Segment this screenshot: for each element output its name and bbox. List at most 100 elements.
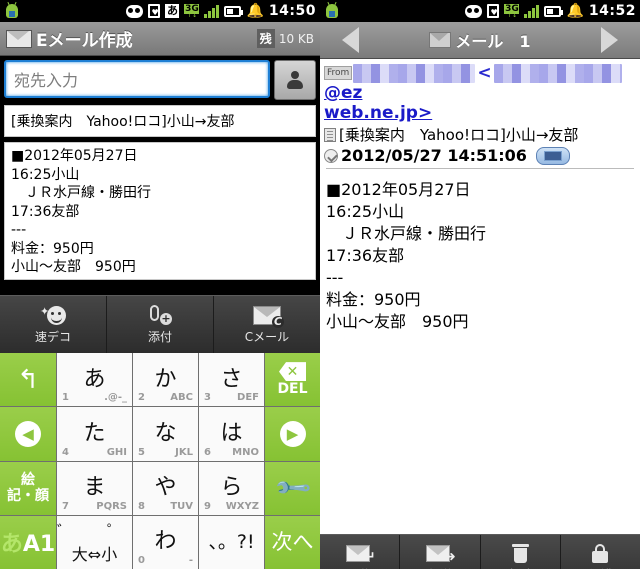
mail-envelope-icon bbox=[429, 32, 452, 48]
remaining-size: 残 10 KB bbox=[256, 29, 314, 48]
delete-x-icon: ✕ bbox=[279, 362, 306, 382]
alarm-icon bbox=[126, 4, 144, 18]
prev-mail-button[interactable] bbox=[342, 27, 359, 53]
input-mode-key[interactable]: あA1 bbox=[0, 515, 56, 569]
key-ma[interactable]: ま 7 PQRS bbox=[57, 461, 133, 515]
reply-icon: ↵ bbox=[345, 544, 376, 565]
sd-card-icon: ♥ bbox=[487, 4, 500, 18]
quick-deco-button[interactable]: ✦ 速デコ bbox=[0, 296, 107, 354]
body-line: --- bbox=[11, 222, 27, 238]
date-line: 2012/05/27 14:51:06 bbox=[324, 146, 636, 165]
from-domain-wrap-line: web.ne.jp> bbox=[324, 103, 636, 123]
from-domain[interactable]: @ez bbox=[324, 83, 362, 103]
subject-text: [乗換案内 Yahoo!ロコ]小山→友部 bbox=[11, 114, 235, 130]
body-line: 小山〜友部 950円 bbox=[326, 312, 469, 331]
from-label: From bbox=[324, 66, 353, 80]
mail-nav-bar: メール 1 bbox=[320, 22, 640, 59]
dual-screenshot: ♥ あ 3G ↑↓ 🔔 14:50 Eメール作成 残 10 KB 宛先入力 [乗… bbox=[0, 0, 640, 569]
android-robot-icon bbox=[324, 1, 340, 19]
next-key[interactable]: 次へ bbox=[265, 515, 320, 569]
mail-envelope-icon bbox=[6, 29, 32, 48]
compose-title-bar: Eメール作成 残 10 KB bbox=[0, 22, 320, 56]
battery-icon bbox=[544, 5, 564, 17]
from-name-masked bbox=[353, 63, 476, 83]
recipient-input[interactable]: 宛先入力 bbox=[4, 60, 270, 98]
key-punct[interactable]: 、。?! bbox=[199, 515, 264, 569]
attach-button[interactable]: + 添付 bbox=[107, 296, 214, 354]
software-keyboard: ↰ あ 1 .@-_ か 2 ABC さ 3 DEF ✕ DEL ◀ た 4 G… bbox=[0, 353, 320, 569]
protect-button[interactable]: 保護 bbox=[561, 535, 640, 569]
attach-clip-icon: + bbox=[147, 305, 173, 325]
wrench-icon: 🔧 bbox=[272, 467, 313, 509]
body-line: 料金：950円 bbox=[326, 290, 421, 309]
cmail-button[interactable]: C Cメール bbox=[214, 296, 320, 354]
clock-icon bbox=[324, 148, 338, 163]
remain-badge: 残 bbox=[256, 29, 275, 48]
key-na[interactable]: な 5 JKL bbox=[133, 407, 198, 461]
alarm-icon bbox=[465, 4, 483, 18]
key-a[interactable]: あ 1 .@-_ bbox=[57, 353, 133, 407]
mail-header: From < @ez web.ne.jp> [乗換案内 Yahoo!ロコ]小山→… bbox=[320, 59, 640, 171]
attach-label: 添付 bbox=[147, 330, 172, 344]
keyboard-toggle-button[interactable] bbox=[535, 146, 570, 165]
next-mail-button[interactable] bbox=[601, 27, 618, 53]
subject-line: [乗換案内 Yahoo!ロコ]小山→友部 bbox=[324, 124, 636, 145]
reply-label: 返信 bbox=[348, 566, 372, 569]
key-wa[interactable]: わ 0- bbox=[133, 515, 198, 569]
body-line: 料金：950円 bbox=[11, 240, 94, 257]
header-divider bbox=[326, 168, 634, 169]
key-ka[interactable]: か 2 ABC bbox=[133, 353, 198, 407]
forward-icon: ➜ bbox=[425, 544, 456, 565]
emoji-key[interactable]: 絵 記・顔 bbox=[0, 461, 56, 515]
android-robot-icon bbox=[4, 1, 20, 19]
body-line: 16:25小山 bbox=[11, 166, 80, 183]
arrow-left-icon: ◀ bbox=[15, 420, 41, 447]
contacts-button[interactable] bbox=[274, 60, 316, 100]
from-domain-wrap[interactable]: web.ne.jp> bbox=[324, 103, 432, 123]
left-panel-compose: ♥ あ 3G ↑↓ 🔔 14:50 Eメール作成 残 10 KB 宛先入力 [乗… bbox=[0, 0, 320, 569]
settings-key[interactable]: 🔧 bbox=[265, 461, 320, 515]
forward-button[interactable]: ➜ 転送 bbox=[400, 535, 481, 569]
reply-button[interactable]: ↵ 返信 bbox=[320, 535, 401, 569]
delete-key[interactable]: ✕ DEL bbox=[265, 353, 320, 407]
key-dakuten[interactable]: ゛ ゜ 大⇔小 bbox=[57, 515, 133, 569]
cursor-left-key[interactable]: ◀ bbox=[0, 407, 56, 461]
from-bracket: < bbox=[477, 63, 492, 83]
3g-icon: 3G ↑↓ bbox=[504, 4, 520, 19]
body-line: ■2012年05月27日 bbox=[326, 180, 471, 199]
body-line: ■2012年05月27日 bbox=[11, 148, 138, 164]
body-line: --- bbox=[326, 268, 344, 287]
cursor-right-key[interactable]: ▶ bbox=[265, 407, 320, 461]
delete-button[interactable]: 削除 bbox=[481, 535, 561, 569]
mail-subject: [乗換案内 Yahoo!ロコ]小山→友部 bbox=[339, 126, 579, 144]
bell-icon: 🔔 bbox=[566, 3, 584, 19]
protect-lock-icon bbox=[592, 544, 609, 563]
key-ha[interactable]: は 6 MNO bbox=[199, 407, 264, 461]
status-time: 14:50 bbox=[268, 3, 316, 19]
quick-deco-label: 速デコ bbox=[34, 330, 71, 344]
mail-body: ■2012年05月27日 16:25小山 ＪＲ水戸線・勝田行 17:36友部 -… bbox=[320, 171, 640, 341]
arrow-right-icon: ▶ bbox=[279, 420, 306, 447]
body-line: ＪＲ水戸線・勝田行 bbox=[326, 224, 487, 243]
input-mode-label: あA1 bbox=[0, 532, 56, 558]
page-title: Eメール作成 bbox=[36, 31, 133, 51]
body-line: 17:36友部 bbox=[326, 246, 405, 265]
body-line: 小山〜友部 950円 bbox=[11, 259, 136, 275]
subject-input[interactable]: [乗換案内 Yahoo!ロコ]小山→友部 bbox=[4, 105, 316, 137]
compose-area: 宛先入力 [乗換案内 Yahoo!ロコ]小山→友部 ■2012年05月27日 1… bbox=[0, 56, 320, 284]
right-status-bar: ♥ 3G ↑↓ 🔔 14:52 bbox=[320, 0, 640, 22]
body-line: ＪＲ水戸線・勝田行 bbox=[11, 185, 151, 201]
key-ta[interactable]: た 4 GHI bbox=[57, 407, 133, 461]
contacts-icon bbox=[286, 71, 304, 89]
battery-icon bbox=[224, 5, 244, 17]
key-ya[interactable]: や 8 TUV bbox=[133, 461, 198, 515]
mail-viewer: From < @ez web.ne.jp> [乗換案内 Yahoo!ロコ]小山→… bbox=[320, 59, 640, 569]
undo-key[interactable]: ↰ bbox=[0, 353, 56, 407]
right-panel-viewer: ♥ 3G ↑↓ 🔔 14:52 メール 1 From < @ez web.ne.… bbox=[320, 0, 640, 569]
compose-toolbar: ✦ 速デコ + 添付 C Cメール bbox=[0, 295, 320, 354]
key-ra[interactable]: ら 9 WXYZ bbox=[199, 461, 264, 515]
body-input[interactable]: ■2012年05月27日 16:25小山 ＪＲ水戸線・勝田行 17:36友部 -… bbox=[4, 142, 316, 280]
key-sa[interactable]: さ 3 DEF bbox=[199, 353, 264, 407]
forward-label: 転送 bbox=[428, 566, 452, 569]
from-line: From < @ez bbox=[324, 63, 636, 103]
